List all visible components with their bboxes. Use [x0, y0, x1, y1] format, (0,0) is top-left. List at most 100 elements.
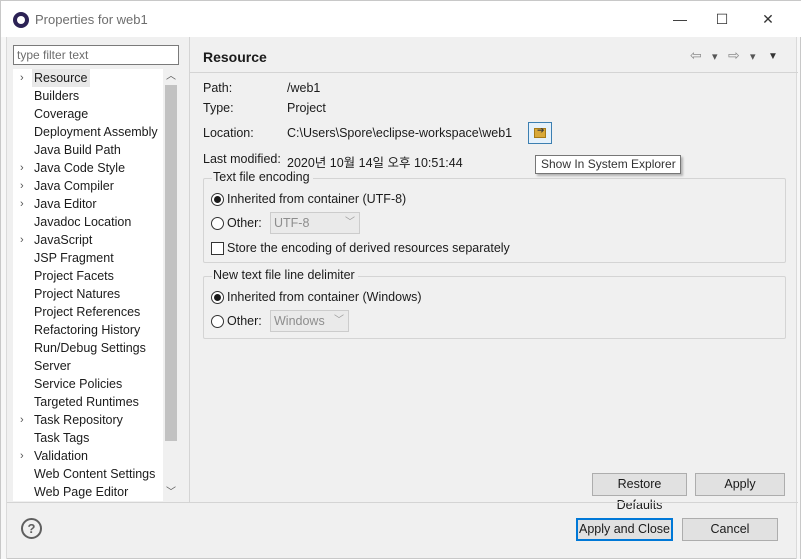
tree-item-label: JavaScript: [34, 233, 93, 247]
encoding-other-radio[interactable]: [211, 217, 224, 230]
tree-item[interactable]: Service Policies: [13, 375, 163, 393]
back-menu-icon[interactable]: ▾: [712, 50, 718, 68]
footer-divider: [7, 502, 798, 503]
tree-item-label: Web Content Settings: [34, 467, 156, 481]
tree-item[interactable]: › Java Code Style: [13, 159, 163, 177]
scroll-down-icon[interactable]: ﹀: [163, 485, 179, 501]
help-icon[interactable]: ?: [21, 518, 42, 539]
location-label: Location:: [203, 126, 254, 140]
chevron-down-icon: ﹀: [334, 315, 344, 326]
last-modified-value: 2020년 10월 14일 오후 10:51:44: [287, 156, 463, 170]
chevron-right-icon[interactable]: ›: [20, 447, 30, 465]
delimiter-select[interactable]: Windows ﹀: [270, 310, 349, 332]
minimize-button[interactable]: —: [657, 1, 703, 37]
tree-item[interactable]: Project References: [13, 303, 163, 321]
tree-item[interactable]: JSP Fragment: [13, 249, 163, 267]
tree-item[interactable]: Targeted Runtimes: [13, 393, 163, 411]
right-edge: [796, 37, 800, 559]
encoding-other-label[interactable]: Other:: [227, 216, 262, 230]
tree-item-label: Java Code Style: [34, 161, 126, 175]
header-divider: [190, 72, 798, 73]
encoding-select-value: UTF-8: [274, 216, 310, 230]
type-value: Project: [287, 101, 326, 115]
tree-item[interactable]: Web Content Settings: [13, 465, 163, 483]
forward-menu-icon[interactable]: ▾: [750, 50, 756, 68]
tree-item[interactable]: › Task Repository: [13, 411, 163, 429]
view-menu-icon[interactable]: ▼: [768, 51, 778, 69]
encoding-inherited-radio[interactable]: [211, 193, 224, 206]
tree-item[interactable]: Refactoring History: [13, 321, 163, 339]
back-arrow-icon[interactable]: ⇦: [690, 47, 702, 65]
tree-item[interactable]: Run/Debug Settings: [13, 339, 163, 357]
chevron-right-icon[interactable]: ›: [20, 231, 30, 249]
delimiter-inherited-radio[interactable]: [211, 291, 224, 304]
store-derived-encoding-checkbox[interactable]: [211, 242, 224, 255]
encoding-inherited-label[interactable]: Inherited from container (UTF-8): [227, 192, 406, 206]
tree-item[interactable]: › Resource: [13, 69, 163, 87]
tree-item[interactable]: Builders: [13, 87, 163, 105]
delimiter-other-radio[interactable]: [211, 315, 224, 328]
line-delimiter-group: New text file line delimiter Inherited f…: [203, 268, 786, 339]
tree-item-label: Run/Debug Settings: [34, 341, 146, 355]
type-label: Type:: [203, 101, 234, 115]
tree-item-label: Javadoc Location: [34, 215, 132, 229]
tree-item-label: Resource: [32, 69, 90, 87]
tree-item-label: JSP Fragment: [34, 251, 114, 265]
chevron-down-icon: ﹀: [345, 217, 355, 228]
tree-item[interactable]: Deployment Assembly: [13, 123, 163, 141]
chevron-right-icon[interactable]: ›: [20, 195, 30, 213]
tree-item-label: Coverage: [34, 107, 89, 121]
chevron-right-icon[interactable]: ›: [20, 177, 30, 195]
tree-item-label: Project Natures: [34, 287, 121, 301]
chevron-right-icon[interactable]: ›: [20, 69, 30, 87]
tree-item-label: Task Tags: [34, 431, 90, 445]
tree-item[interactable]: Coverage: [13, 105, 163, 123]
tree-item[interactable]: Project Facets: [13, 267, 163, 285]
panel-divider[interactable]: [189, 37, 190, 502]
forward-arrow-icon[interactable]: ⇨: [728, 47, 740, 65]
delimiter-select-value: Windows: [274, 314, 325, 328]
tree-item[interactable]: › Java Editor: [13, 195, 163, 213]
cancel-button[interactable]: Cancel: [682, 518, 778, 541]
tree-item-label: Targeted Runtimes: [34, 395, 139, 409]
tree-item[interactable]: Javadoc Location: [13, 213, 163, 231]
tree-item[interactable]: › JavaScript: [13, 231, 163, 249]
title-bar: Properties for web1 — ☐ ✕: [1, 1, 801, 37]
delimiter-other-label[interactable]: Other:: [227, 314, 262, 328]
restore-defaults-button[interactable]: Restore Defaults: [592, 473, 687, 512]
delimiter-inherited-label[interactable]: Inherited from container (Windows): [227, 290, 422, 304]
tree-scrollbar[interactable]: ︿ ﹀: [163, 69, 179, 501]
tree-item-label: Service Policies: [34, 377, 123, 391]
show-in-system-explorer-button[interactable]: [528, 122, 552, 144]
tree-item-label: Java Compiler: [34, 179, 114, 193]
page-title: Resource: [203, 49, 267, 65]
maximize-button[interactable]: ☐: [699, 1, 745, 37]
scroll-up-icon[interactable]: ︿: [163, 69, 179, 85]
tree-item-label: Validation: [34, 449, 88, 463]
apply-and-close-button[interactable]: Apply and Close: [576, 518, 673, 541]
close-button[interactable]: ✕: [745, 1, 791, 37]
store-derived-encoding-label[interactable]: Store the encoding of derived resources …: [227, 241, 510, 255]
apply-button[interactable]: Apply: [695, 473, 785, 496]
filter-input[interactable]: [13, 45, 179, 65]
path-value: /web1: [287, 81, 321, 95]
tree-item[interactable]: Task Tags: [13, 429, 163, 447]
scroll-thumb[interactable]: [165, 85, 177, 441]
last-modified-label: Last modified:: [203, 152, 281, 166]
tree-item[interactable]: Server: [13, 357, 163, 375]
tree-item-label: Project Facets: [34, 269, 114, 283]
tree-item[interactable]: › Java Compiler: [13, 177, 163, 195]
tooltip: Show In System Explorer: [535, 155, 681, 174]
eclipse-app-icon: [13, 12, 29, 28]
tree-item-label: Project References: [34, 305, 141, 319]
chevron-right-icon[interactable]: ›: [20, 411, 30, 429]
tree-item[interactable]: Project Natures: [13, 285, 163, 303]
chevron-right-icon[interactable]: ›: [20, 159, 30, 177]
tree-item-label: Server: [34, 359, 71, 373]
tree-item-label: Web Page Editor: [34, 485, 129, 499]
tree-item[interactable]: Web Page Editor: [13, 483, 163, 501]
tree-item[interactable]: Java Build Path: [13, 141, 163, 159]
window-title: Properties for web1: [35, 12, 148, 27]
tree-item[interactable]: › Validation: [13, 447, 163, 465]
encoding-select[interactable]: UTF-8 ﹀: [270, 212, 360, 234]
